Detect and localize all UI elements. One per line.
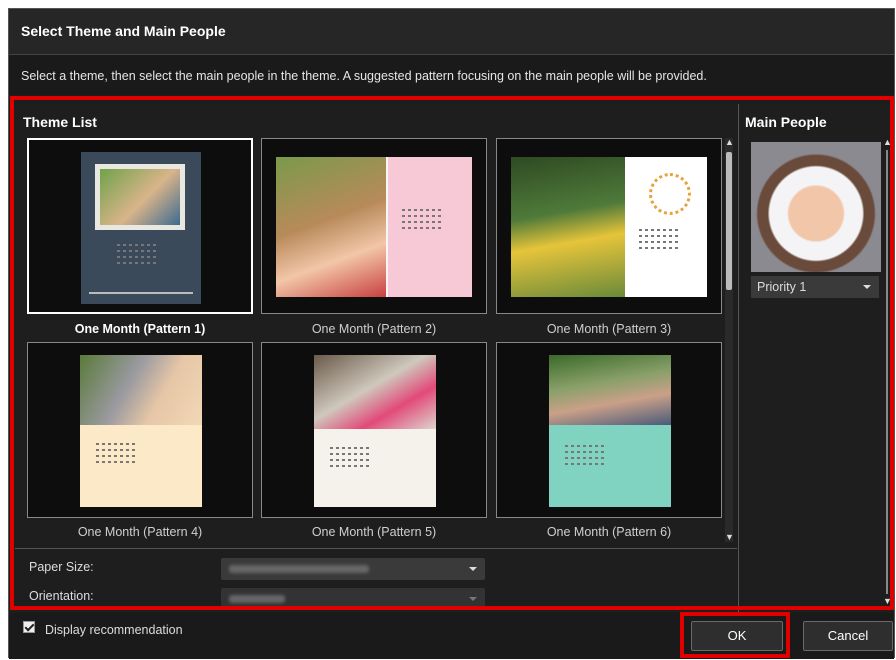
cancel-button[interactable]: Cancel [803, 621, 893, 651]
dialog-titlebar: Select Theme and Main People [9, 9, 894, 55]
highlight-ok-button [680, 612, 790, 658]
highlight-theme-area [10, 96, 894, 610]
dialog-instruction: Select a theme, then select the main peo… [9, 55, 894, 95]
display-recommendation-checkbox[interactable] [23, 621, 35, 633]
dialog-title: Select Theme and Main People [21, 23, 226, 39]
display-recommendation-label: Display recommendation [45, 623, 183, 637]
